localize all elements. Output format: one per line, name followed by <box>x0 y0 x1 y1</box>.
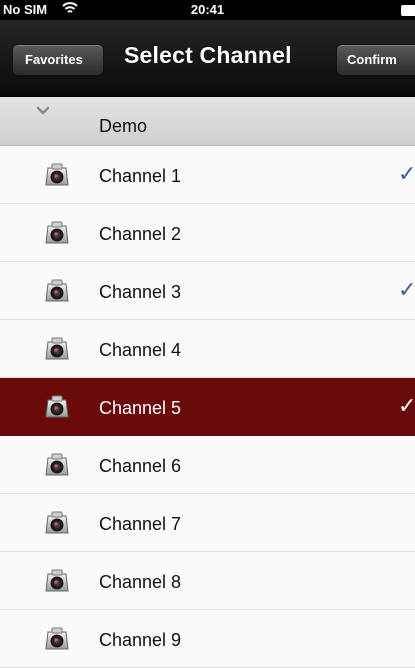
checkmark-icon: ✓ <box>398 277 415 302</box>
channel-label: Channel 5 <box>99 398 182 418</box>
channel-label: Channel 7 <box>99 514 182 534</box>
confirm-button[interactable]: Confirm <box>336 44 415 76</box>
channel-list: Channel 1 ✓ Channel 2 Channel 3 ✓ Channel 4 Ch… <box>0 146 415 668</box>
channel-row[interactable]: Channel 1 ✓ <box>0 146 415 204</box>
camera-icon <box>44 453 70 477</box>
camera-icon <box>44 279 70 303</box>
channel-label: Channel 3 <box>99 282 182 302</box>
camera-icon <box>44 395 70 419</box>
camera-icon <box>44 627 70 651</box>
camera-icon <box>44 511 70 535</box>
channel-label: Channel 9 <box>99 630 182 650</box>
camera-icon <box>44 163 70 187</box>
channel-row[interactable]: Channel 7 <box>0 494 415 552</box>
channel-label: Channel 6 <box>99 456 182 476</box>
channel-row[interactable]: Channel 5 ✓ <box>0 378 415 436</box>
page-title: Select Channel <box>124 42 292 68</box>
navigation-bar: Favorites Select Channel Confirm <box>0 20 415 97</box>
camera-icon <box>44 337 70 361</box>
channel-row[interactable]: Channel 3 ✓ <box>0 262 415 320</box>
group-header-demo[interactable]: Demo <box>0 97 415 146</box>
group-label: Demo <box>99 116 148 136</box>
camera-icon <box>44 221 70 245</box>
channel-row[interactable]: Channel 8 <box>0 552 415 610</box>
checkmark-icon: ✓ <box>398 393 415 418</box>
chevron-down-icon <box>36 103 50 119</box>
camera-icon <box>44 569 70 593</box>
status-bar: No SIM 20:41 <box>0 0 415 20</box>
channel-row[interactable]: Channel 2 <box>0 204 415 262</box>
channel-row[interactable]: Channel 9 <box>0 610 415 668</box>
battery-icon <box>401 5 415 16</box>
checkmark-icon: ✓ <box>398 161 415 186</box>
channel-label: Channel 8 <box>99 572 182 592</box>
channel-row[interactable]: Channel 6 <box>0 436 415 494</box>
channel-label: Channel 1 <box>99 166 182 186</box>
favorites-back-button[interactable]: Favorites <box>12 44 104 76</box>
clock: 20:41 <box>190 2 225 17</box>
channel-label: Channel 4 <box>99 340 182 360</box>
channel-label: Channel 2 <box>99 224 182 244</box>
favorites-back-label: Favorites <box>25 52 83 67</box>
channel-row[interactable]: Channel 4 <box>0 320 415 378</box>
